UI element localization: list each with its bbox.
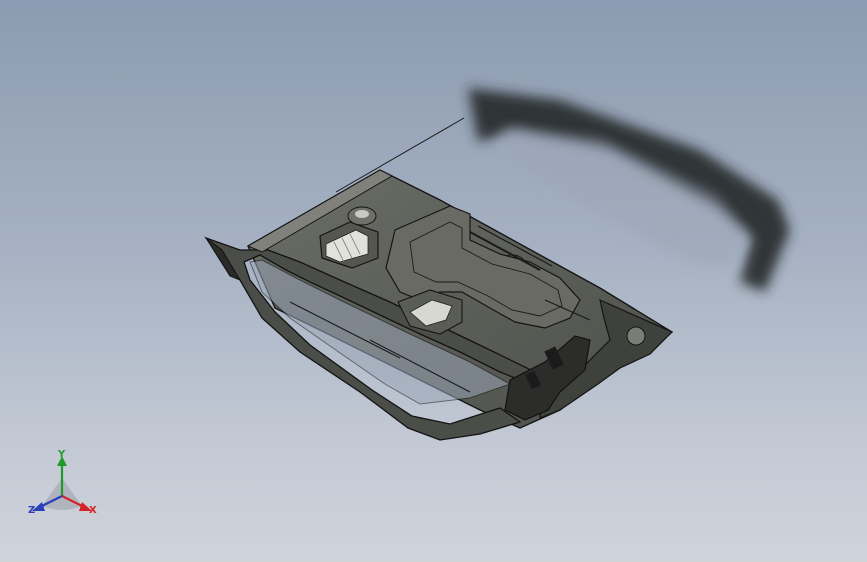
graphics-viewport[interactable]: Y X Z <box>0 0 867 562</box>
triad-x-label: X <box>89 505 97 516</box>
triad-z-label: Z <box>28 505 36 516</box>
model-scene[interactable] <box>0 0 867 562</box>
orientation-triad[interactable]: Y X Z <box>24 448 104 524</box>
triad-y-label: Y <box>58 449 66 460</box>
